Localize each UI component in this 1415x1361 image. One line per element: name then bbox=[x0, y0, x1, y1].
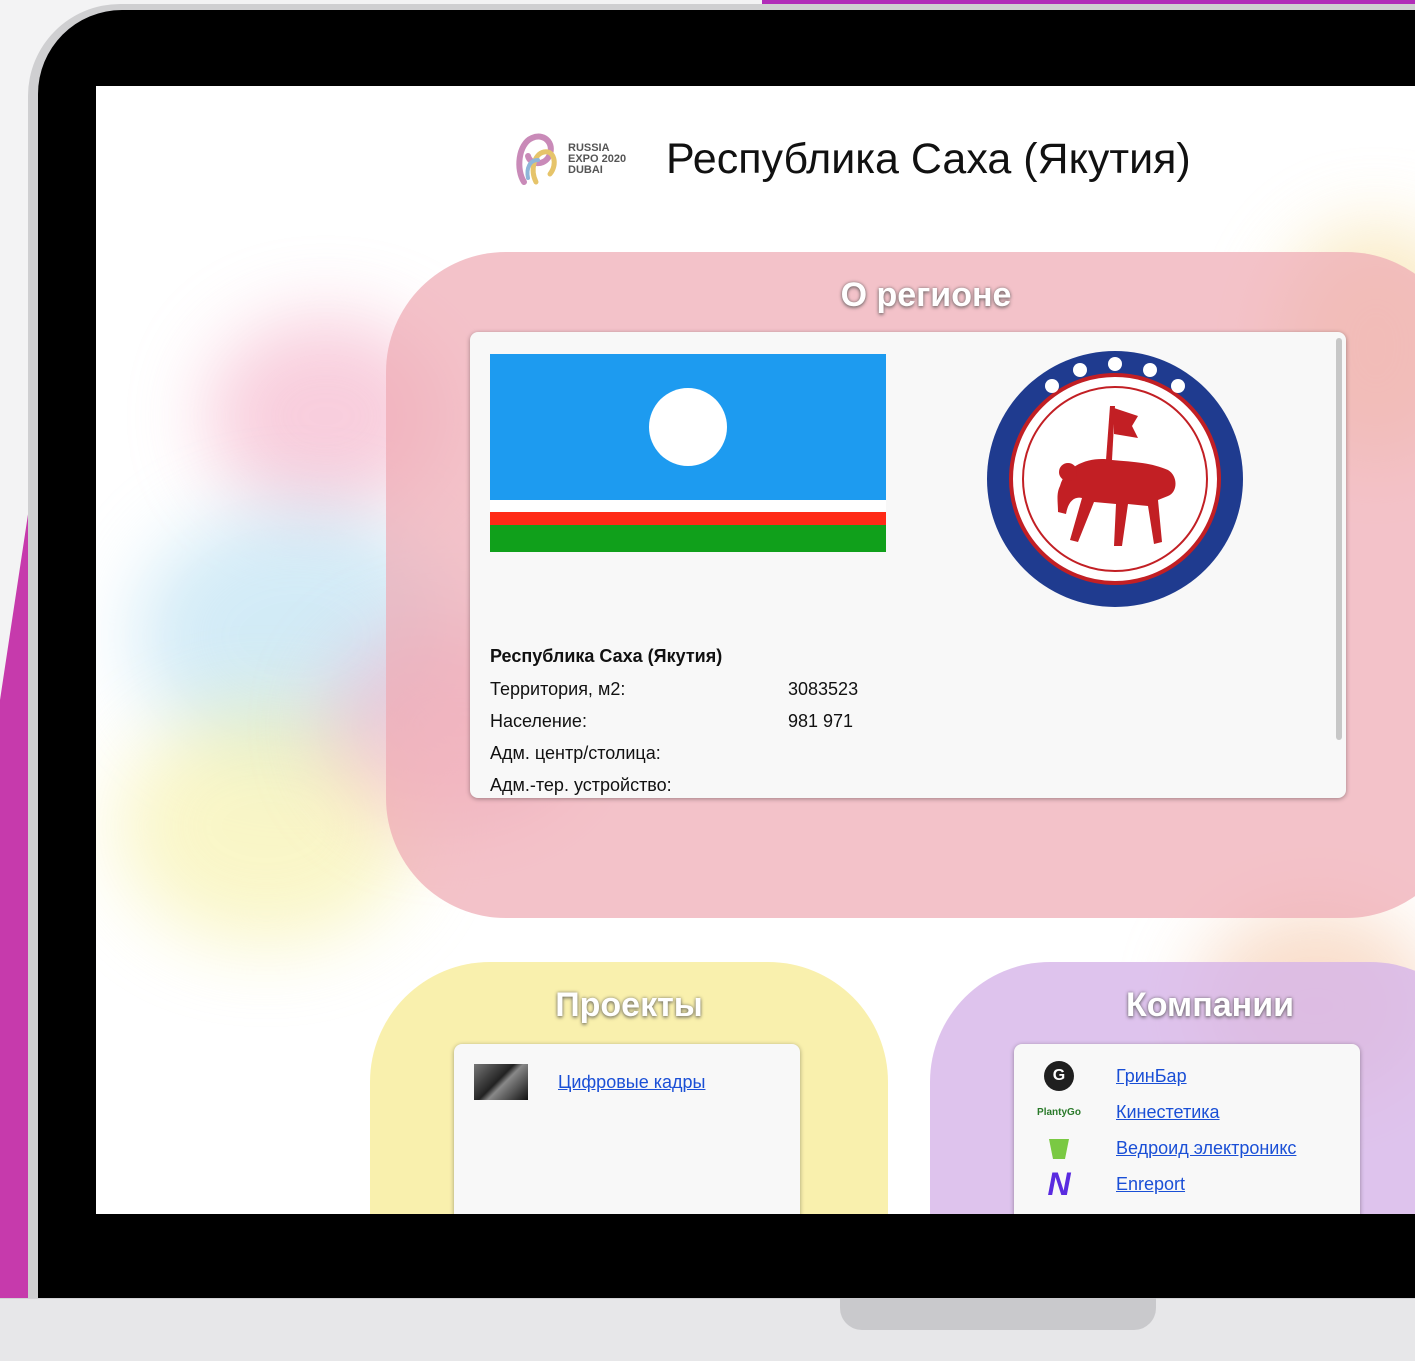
info-label: Адм.-тер. устройство: bbox=[490, 774, 672, 795]
logo-line: RUSSIA bbox=[568, 141, 610, 154]
projects-panel: Проекты Цифровые кадры bbox=[370, 962, 888, 1214]
region-card-scrollbar[interactable] bbox=[1336, 338, 1342, 740]
enreport-logo-icon: N bbox=[1047, 1165, 1071, 1202]
companies-section-title: Компании bbox=[1125, 986, 1294, 1024]
laptop-base bbox=[0, 1298, 1415, 1361]
projects-section-title: Проекты bbox=[555, 986, 703, 1024]
region-flag bbox=[490, 354, 886, 552]
company-logo: G bbox=[1032, 1060, 1086, 1092]
laptop-screen: RUSSIA EXPO 2020 DUBAI Республика Саха (… bbox=[96, 86, 1415, 1214]
logo-line: EXPO 2020 bbox=[568, 152, 627, 165]
info-value: 3083523 bbox=[788, 678, 859, 699]
projects-card: Цифровые кадры bbox=[454, 1044, 800, 1214]
region-emblem bbox=[987, 351, 1243, 607]
company-list: G ГринБар PlantyGo Кинестетика Ведроид э… bbox=[1032, 1058, 1296, 1202]
info-row-territory: Территория, м2: 3083523 bbox=[490, 673, 858, 705]
companies-panel: Компании G ГринБар PlantyGo Кинестетика … bbox=[930, 962, 1415, 1214]
info-row-population: Население: 981 971 bbox=[490, 705, 858, 737]
bucket-icon bbox=[1049, 1139, 1069, 1159]
expo-logo[interactable]: RUSSIA EXPO 2020 DUBAI bbox=[514, 130, 648, 188]
region-section-title: О регионе bbox=[840, 276, 1012, 314]
info-row-capital: Адм. центр/столица: bbox=[490, 737, 858, 769]
company-link[interactable]: Enreport bbox=[1116, 1174, 1185, 1195]
logo-line: DUBAI bbox=[568, 163, 603, 176]
info-value: 981 971 bbox=[788, 710, 854, 731]
region-info: Республика Саха (Якутия) Территория, м2:… bbox=[490, 646, 858, 798]
company-logo bbox=[1032, 1132, 1086, 1164]
info-label: Адм. центр/столица: bbox=[490, 742, 661, 763]
project-item[interactable]: Цифровые кадры bbox=[474, 1064, 705, 1100]
company-item[interactable]: G ГринБар bbox=[1032, 1058, 1296, 1094]
greenbar-logo-icon: G bbox=[1044, 1061, 1074, 1091]
company-item[interactable]: Ведроид электроникс bbox=[1032, 1130, 1296, 1166]
region-panel: О регионе Республика Саха (Якутия) Терри… bbox=[386, 252, 1415, 918]
region-name: Республика Саха (Якутия) bbox=[490, 646, 723, 666]
project-link[interactable]: Цифровые кадры bbox=[558, 1072, 705, 1093]
companies-card: G ГринБар PlantyGo Кинестетика Ведроид э… bbox=[1014, 1044, 1360, 1214]
company-link[interactable]: ГринБар bbox=[1116, 1066, 1187, 1087]
region-card[interactable]: Республика Саха (Якутия) Территория, м2:… bbox=[470, 332, 1346, 798]
info-label: Население: bbox=[490, 710, 587, 731]
info-row-structure: Адм.-тер. устройство: bbox=[490, 769, 858, 798]
company-item[interactable]: PlantyGo Кинестетика bbox=[1032, 1094, 1296, 1130]
company-logo: PlantyGo bbox=[1037, 1106, 1081, 1118]
company-item[interactable]: N Enreport bbox=[1032, 1166, 1296, 1202]
company-link[interactable]: Кинестетика bbox=[1116, 1102, 1220, 1123]
expo-logo-icon bbox=[516, 133, 557, 185]
expo-logo-text: RUSSIA EXPO 2020 DUBAI bbox=[568, 141, 648, 176]
page-header: RUSSIA EXPO 2020 DUBAI Республика Саха (… bbox=[514, 124, 1191, 194]
laptop-notch bbox=[840, 1298, 1156, 1330]
project-thumbnail[interactable] bbox=[474, 1064, 528, 1100]
company-link[interactable]: Ведроид электроникс bbox=[1116, 1138, 1296, 1159]
page-title: Республика Саха (Якутия) bbox=[666, 134, 1191, 183]
info-label: Территория, м2: bbox=[490, 678, 626, 699]
